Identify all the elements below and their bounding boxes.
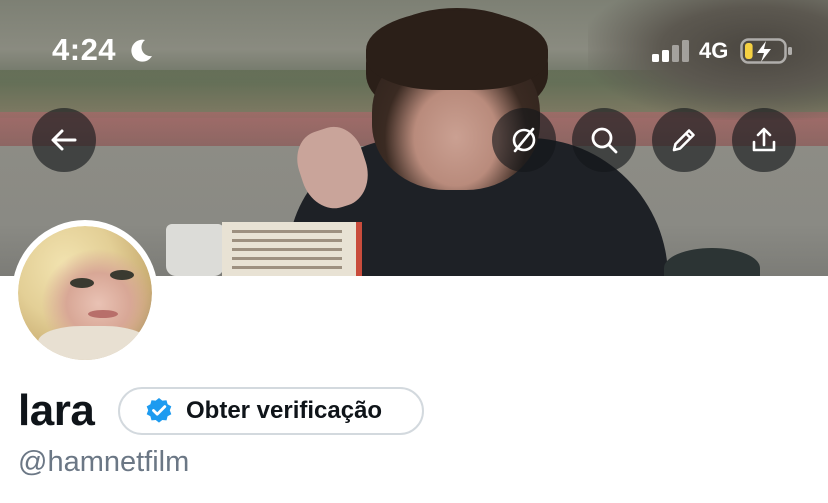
translate-off-icon bbox=[512, 127, 536, 153]
search-icon bbox=[591, 127, 618, 154]
avatar-eye-left bbox=[70, 278, 94, 288]
status-time: 4:24 bbox=[52, 32, 117, 67]
profile-handle: @hamnetfilm bbox=[18, 446, 190, 478]
verified-badge-icon bbox=[146, 398, 172, 423]
banner-cup bbox=[166, 224, 224, 276]
battery-charging-icon bbox=[740, 38, 792, 64]
banner-book-text bbox=[232, 230, 342, 270]
back-button[interactable] bbox=[32, 108, 96, 172]
share-icon bbox=[752, 127, 776, 152]
avatar-eye-right bbox=[110, 270, 134, 280]
edit-icon bbox=[672, 129, 695, 152]
banner-person-hair-top bbox=[366, 10, 548, 90]
banner-book bbox=[222, 222, 362, 276]
arrow-left-icon bbox=[51, 129, 77, 151]
avatar-sweater bbox=[38, 326, 148, 360]
profile-name: lara bbox=[18, 386, 95, 435]
get-verified-label: Obter verificação bbox=[186, 397, 383, 424]
moon-icon bbox=[131, 39, 152, 62]
translate-off-button[interactable] bbox=[492, 108, 556, 172]
edit-button[interactable] bbox=[652, 108, 716, 172]
search-button[interactable] bbox=[572, 108, 636, 172]
get-verified-button[interactable]: Obter verificação bbox=[118, 387, 424, 435]
avatar-mouth bbox=[88, 310, 118, 318]
signal-bars-icon bbox=[652, 40, 689, 62]
profile-avatar[interactable] bbox=[12, 220, 158, 366]
share-button[interactable] bbox=[732, 108, 796, 172]
network-label: 4G bbox=[699, 38, 729, 63]
